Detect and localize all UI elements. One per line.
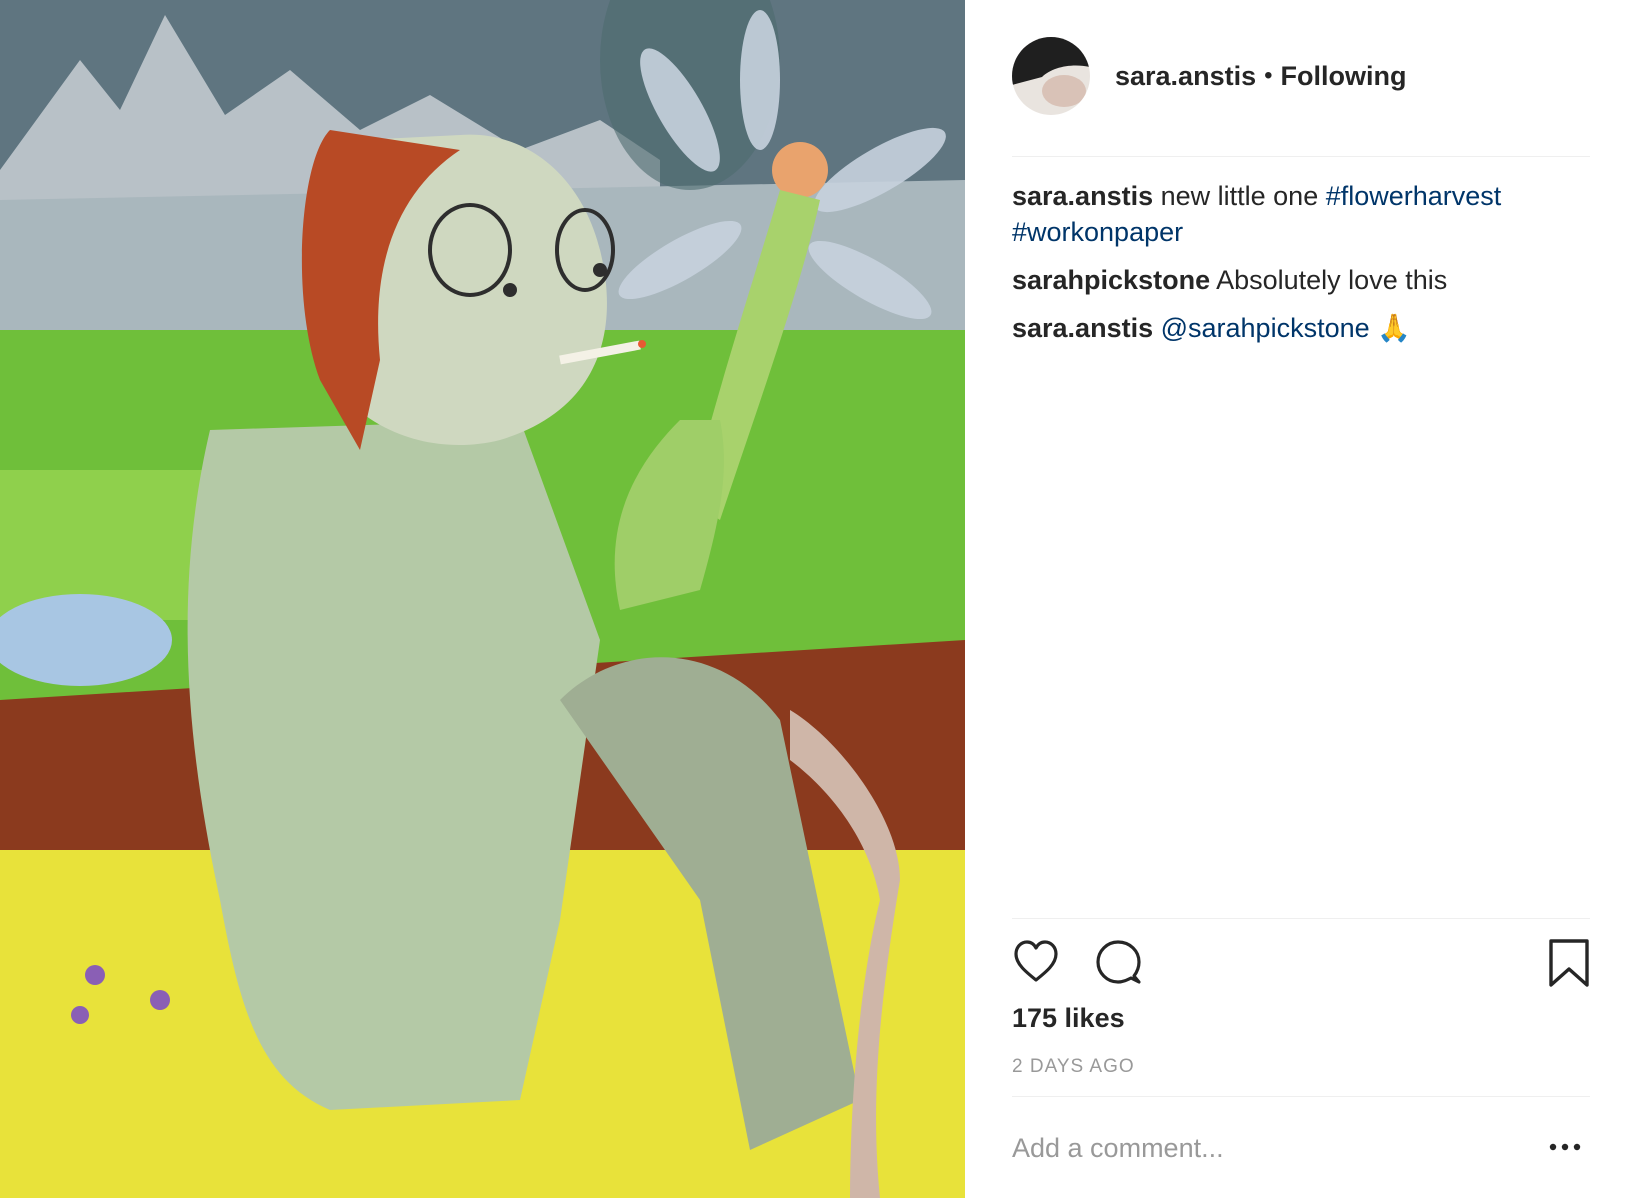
comment-item: sarahpickstone Absolutely love this bbox=[1012, 262, 1590, 298]
header-divider bbox=[1012, 156, 1590, 157]
post-header: sara.anstis • Following bbox=[1012, 36, 1590, 116]
separator-dot: • bbox=[1264, 62, 1273, 89]
comment-username[interactable]: sarahpickstone bbox=[1012, 265, 1210, 295]
bookmark-icon bbox=[1549, 939, 1589, 987]
comment-divider bbox=[1012, 1096, 1590, 1097]
post-sidebar: sara.anstis • Following sara.anstis new … bbox=[1012, 0, 1590, 1198]
owner-username[interactable]: sara.anstis bbox=[1115, 61, 1256, 92]
hashtag-link[interactable]: #flowerharvest bbox=[1326, 181, 1502, 211]
following-button[interactable]: Following bbox=[1281, 61, 1407, 92]
instagram-post: sara.anstis • Following sara.anstis new … bbox=[0, 0, 1628, 1198]
avatar[interactable] bbox=[1012, 37, 1090, 115]
avatar-image bbox=[1012, 37, 1090, 115]
comment-item: sara.anstis @sarahpickstone 🙏 bbox=[1012, 310, 1590, 346]
post-timestamp[interactable]: 2 DAYS AGO bbox=[1012, 1056, 1135, 1078]
comment-list: sara.anstis new little one #flowerharves… bbox=[1012, 178, 1590, 358]
comment-text: 🙏 bbox=[1369, 313, 1411, 343]
add-comment-input[interactable] bbox=[1012, 1128, 1512, 1168]
comment-item: sara.anstis new little one #flowerharves… bbox=[1012, 178, 1590, 250]
actions-divider bbox=[1012, 918, 1590, 919]
more-options-button[interactable] bbox=[1547, 1137, 1583, 1157]
hashtag-link[interactable]: #workonpaper bbox=[1012, 217, 1183, 247]
comment-bubble-icon bbox=[1096, 940, 1141, 984]
heart-icon bbox=[1014, 940, 1058, 982]
like-count[interactable]: 175 likes bbox=[1012, 1003, 1125, 1034]
comment-text: Absolutely love this bbox=[1216, 265, 1448, 295]
comment-text: new little one bbox=[1160, 181, 1326, 211]
comment-username[interactable]: sara.anstis bbox=[1012, 181, 1153, 211]
more-options-icon bbox=[1549, 1143, 1581, 1151]
mention-link[interactable]: @sarahpickstone bbox=[1161, 313, 1370, 343]
artwork-painting bbox=[0, 0, 965, 1198]
save-button[interactable] bbox=[1548, 938, 1596, 988]
comment-username[interactable]: sara.anstis bbox=[1012, 313, 1153, 343]
action-bar bbox=[1012, 938, 1590, 988]
like-button[interactable] bbox=[1012, 938, 1060, 988]
comment-button[interactable] bbox=[1094, 938, 1142, 988]
post-image[interactable] bbox=[0, 0, 965, 1198]
